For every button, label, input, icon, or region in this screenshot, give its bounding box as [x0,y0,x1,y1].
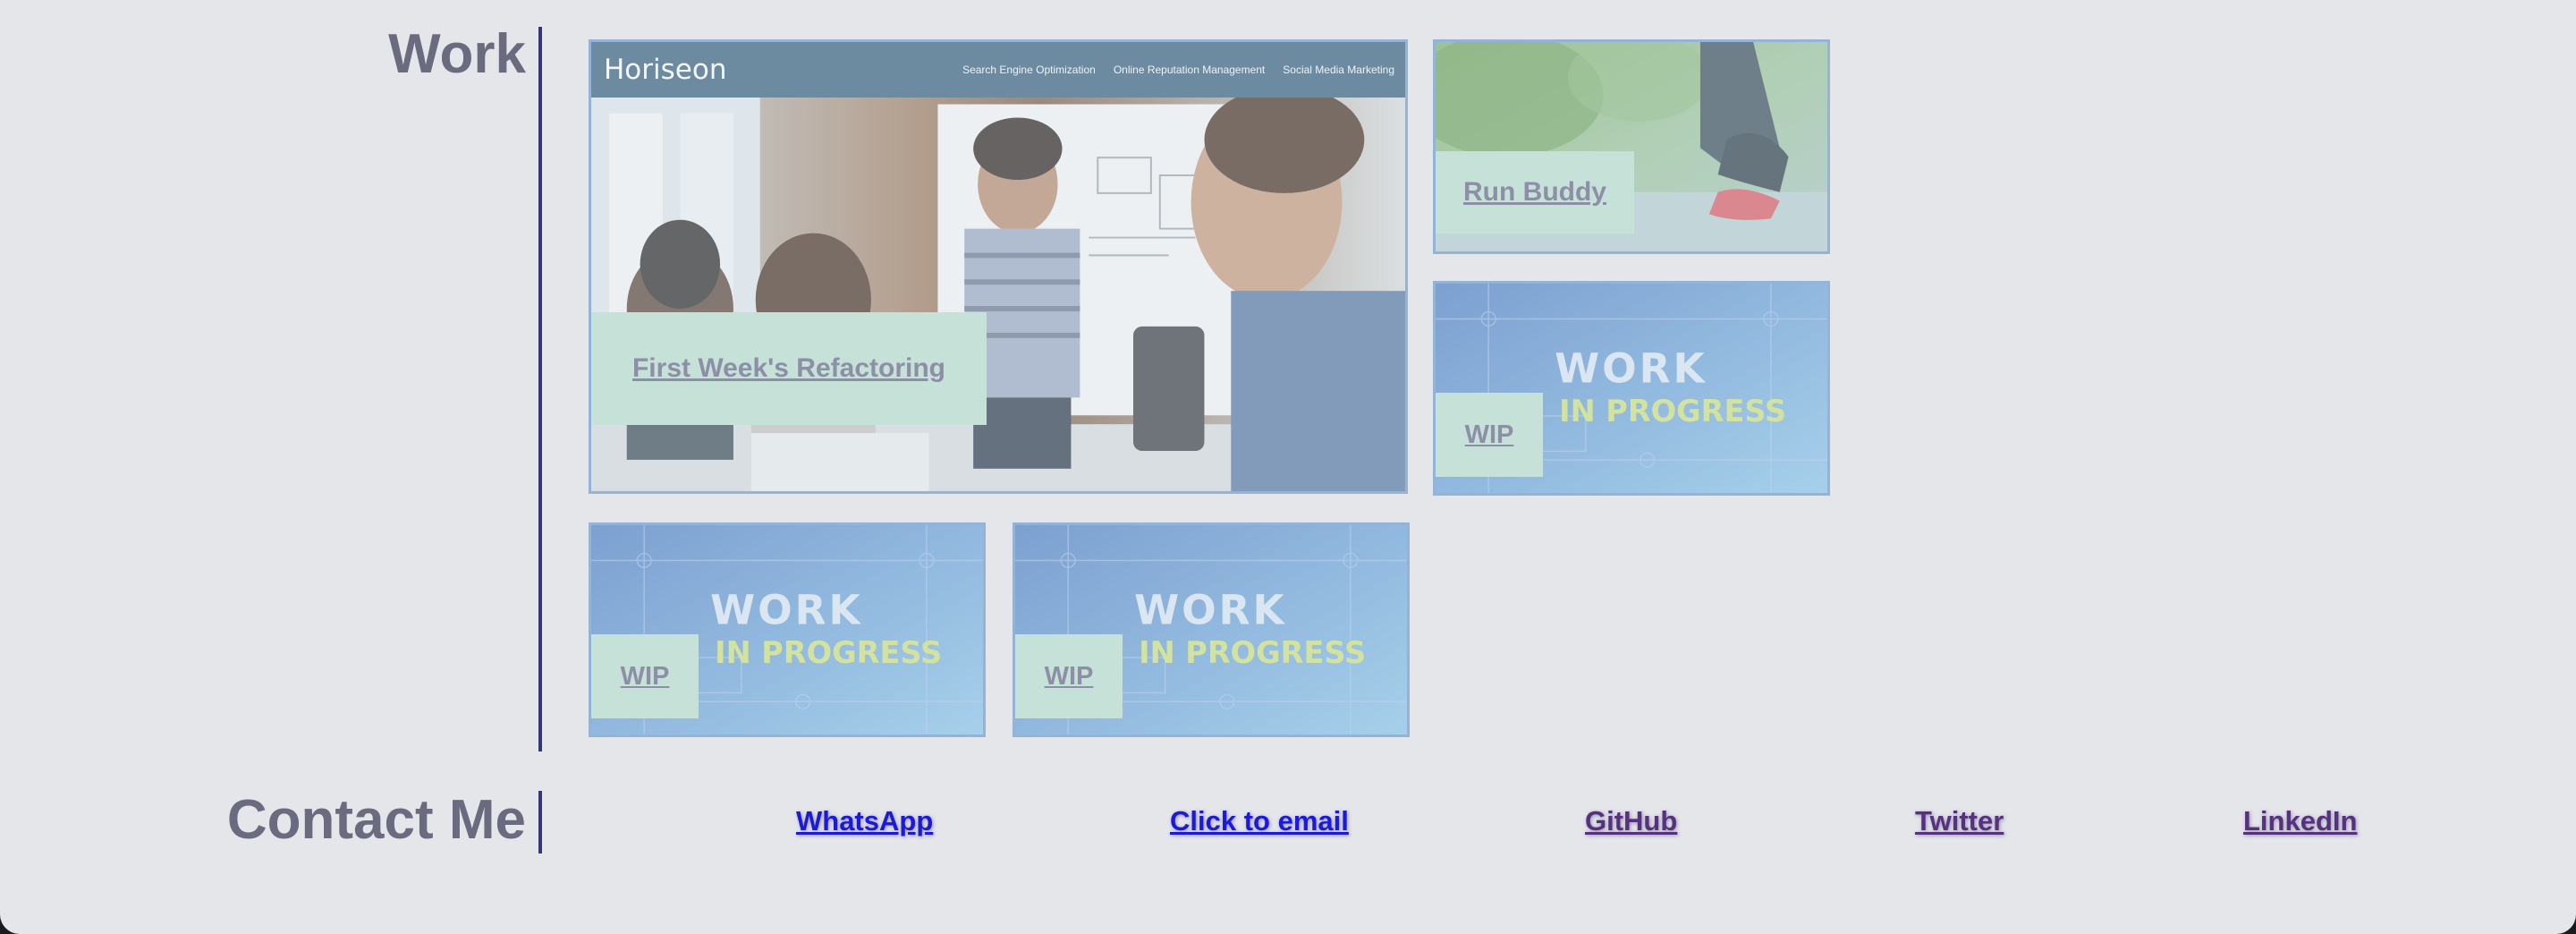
project-card-wip[interactable]: WORK IN PROGRESS WIP [1013,522,1410,737]
project-link-wip[interactable]: WIP [1465,420,1514,450]
work-heading: Work [388,23,526,85]
project-link-run-buddy[interactable]: Run Buddy [1463,177,1606,208]
project-label: Run Buddy [1436,151,1634,234]
project-label: WIP [1015,634,1123,718]
contact-link-linkedin[interactable]: LinkedIn [2243,805,2357,837]
contact-link-twitter[interactable]: Twitter [1915,805,2004,837]
horiseon-nav-item: Social Media Marketing [1283,64,1394,76]
project-link-wip[interactable]: WIP [621,662,670,692]
project-card-wip[interactable]: WORK IN PROGRESS WIP [1433,281,1830,496]
horiseon-nav-item: Search Engine Optimization [962,64,1096,76]
project-label: First Week's Refactoring [591,312,987,425]
project-card-refactoring[interactable]: Horiseon Search Engine Optimization Onli… [589,39,1408,494]
contact-link-email[interactable]: Click to email [1170,805,1349,837]
work-divider [538,27,542,751]
contact-divider [538,791,542,853]
project-label: WIP [1436,393,1543,477]
horiseon-header: Horiseon Search Engine Optimization Onli… [591,42,1405,98]
horiseon-logo: Horiseon [604,54,727,86]
project-link-wip[interactable]: WIP [1045,662,1094,692]
horiseon-nav: Search Engine Optimization Online Reputa… [962,64,1394,76]
project-card-run-buddy[interactable]: Run Buddy [1433,39,1830,254]
project-link-refactoring[interactable]: First Week's Refactoring [632,353,945,384]
portfolio-page: Work Horiseon Search Engine Optimization… [0,0,2576,934]
project-label: WIP [591,634,699,718]
contact-heading: Contact Me [226,789,526,851]
contact-link-whatsapp[interactable]: WhatsApp [796,805,933,837]
horiseon-nav-item: Online Reputation Management [1113,64,1266,76]
project-card-wip[interactable]: WORK IN PROGRESS WIP [589,522,986,737]
contact-link-github[interactable]: GitHub [1585,805,1677,837]
